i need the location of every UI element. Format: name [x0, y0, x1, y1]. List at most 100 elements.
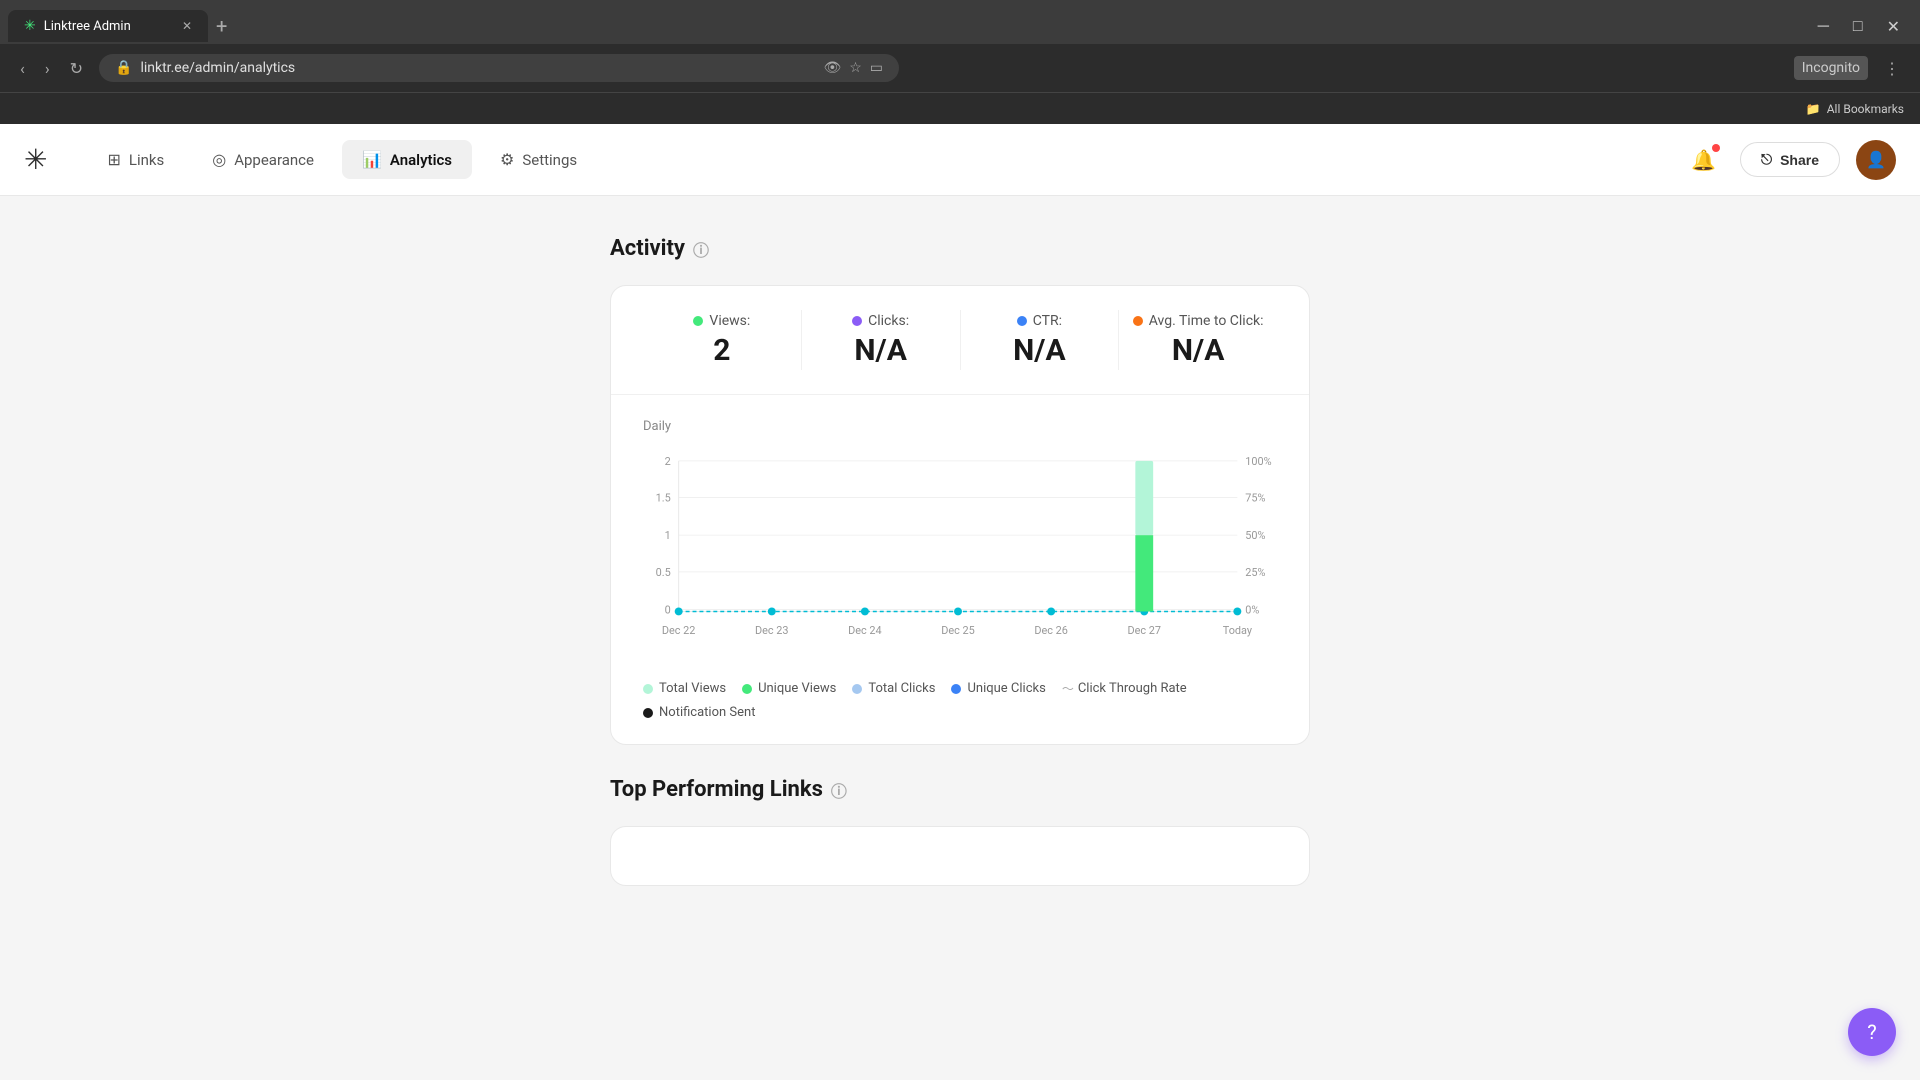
tab-favicon: ✳	[24, 18, 36, 34]
metric-avg-time: Avg. Time to Click: N/A	[1119, 313, 1277, 368]
legend-ctr-label: Click Through Rate	[1078, 681, 1187, 696]
logo[interactable]: ✳	[24, 143, 47, 176]
avatar[interactable]: 👤	[1856, 140, 1896, 180]
views-label: Views:	[709, 313, 750, 329]
top-links-section-title: Top Performing Links ⓘ	[610, 777, 1310, 802]
top-links-card	[610, 826, 1310, 886]
legend-total-views-label: Total Views	[659, 681, 726, 696]
help-fab-button[interactable]: ?	[1848, 1008, 1896, 1056]
views-label-row: Views:	[693, 313, 750, 329]
bar-total-views	[1135, 461, 1153, 535]
nav-appearance[interactable]: ◎ Appearance	[192, 140, 334, 179]
browser-extras: Incognito ⋮	[1794, 55, 1904, 82]
main-content: Activity ⓘ Views: 2	[0, 196, 1920, 1080]
sidebar-icon[interactable]: ▭	[870, 60, 883, 76]
content-wrapper: Activity ⓘ Views: 2	[610, 236, 1310, 1040]
ctr-dot	[1017, 316, 1027, 326]
svg-text:0%: 0%	[1245, 603, 1259, 616]
tab-bar: ✳ Linktree Admin ✕ + ─ □ ✕	[0, 0, 1920, 44]
share-label: Share	[1780, 152, 1819, 168]
tab-title: Linktree Admin	[44, 19, 131, 34]
legend-total-clicks-dot	[852, 684, 862, 694]
url-display: linktr.ee/admin/analytics	[140, 60, 815, 76]
metric-views: Views: 2	[643, 313, 801, 368]
back-button[interactable]: ‹	[16, 55, 29, 82]
activity-card: Views: 2 Clicks: N/A	[610, 285, 1310, 745]
share-button[interactable]: ⎋ Share	[1740, 142, 1840, 177]
notification-dot	[1712, 144, 1720, 152]
bookmarks-bar: 📁 All Bookmarks	[0, 92, 1920, 124]
active-tab[interactable]: ✳ Linktree Admin ✕	[8, 10, 208, 42]
nav-appearance-label: Appearance	[234, 151, 314, 169]
legend-total-clicks-label: Total Clicks	[868, 681, 935, 696]
close-window-button[interactable]: ✕	[1879, 13, 1908, 40]
svg-text:50%: 50%	[1245, 529, 1265, 542]
metrics-row: Views: 2 Clicks: N/A	[611, 286, 1309, 395]
browser-chrome: ✳ Linktree Admin ✕ + ─ □ ✕ ‹ › ↻ 🔒 linkt…	[0, 0, 1920, 124]
clicks-value: N/A	[854, 333, 906, 368]
more-options-button[interactable]: ⋮	[1880, 55, 1904, 82]
legend-total-clicks: Total Clicks	[852, 680, 935, 697]
svg-text:0.5: 0.5	[656, 566, 671, 579]
nav-right: 🔔 ⎋ Share 👤	[1683, 140, 1896, 180]
legend-unique-views-label: Unique Views	[758, 681, 836, 696]
app-container: ✳ ⊞ Links ◎ Appearance 📊 Analytics ⚙ Set…	[0, 124, 1920, 1080]
activity-help-icon[interactable]: ⓘ	[693, 237, 709, 261]
svg-text:1: 1	[665, 529, 671, 542]
eye-off-icon: 👁	[823, 60, 841, 76]
chart-daily-label: Daily	[643, 419, 1277, 434]
activity-section-title: Activity ⓘ	[610, 236, 1310, 261]
top-nav: ✳ ⊞ Links ◎ Appearance 📊 Analytics ⚙ Set…	[0, 124, 1920, 196]
svg-text:100%: 100%	[1245, 455, 1271, 468]
svg-text:2: 2	[665, 455, 671, 468]
minimize-button[interactable]: ─	[1810, 12, 1837, 40]
legend-unique-views-dot	[742, 684, 752, 694]
refresh-button[interactable]: ↻	[66, 55, 87, 82]
clicks-label-row: Clicks:	[852, 313, 909, 329]
views-dot	[693, 316, 703, 326]
svg-text:0: 0	[665, 603, 671, 616]
ctr-label-row: CTR:	[1017, 313, 1062, 329]
legend-ctr: 〜 Click Through Rate	[1062, 680, 1187, 697]
legend-unique-clicks-label: Unique Clicks	[967, 681, 1045, 696]
notifications-button[interactable]: 🔔	[1683, 140, 1724, 180]
nav-settings[interactable]: ⚙ Settings	[480, 140, 597, 179]
star-icon[interactable]: ☆	[849, 60, 862, 76]
legend-total-views: Total Views	[643, 680, 726, 697]
forward-button[interactable]: ›	[41, 55, 54, 82]
window-controls: ─ □ ✕	[1810, 12, 1920, 40]
avg-time-label-row: Avg. Time to Click:	[1133, 313, 1264, 329]
legend-row-2: Notification Sent	[643, 705, 1277, 720]
settings-icon: ⚙	[500, 150, 514, 169]
lock-icon: 🔒	[115, 60, 132, 76]
svg-text:Dec 26: Dec 26	[1034, 624, 1068, 637]
legend-notification-label: Notification Sent	[659, 705, 755, 720]
incognito-button[interactable]: Incognito	[1794, 56, 1868, 80]
nav-settings-label: Settings	[522, 151, 577, 169]
new-tab-button[interactable]: +	[208, 14, 235, 38]
clicks-dot	[852, 316, 862, 326]
activity-title-text: Activity	[610, 236, 685, 261]
nav-analytics[interactable]: 📊 Analytics	[342, 140, 472, 179]
maximize-button[interactable]: □	[1845, 12, 1871, 40]
top-links-help-icon[interactable]: ⓘ	[831, 778, 847, 802]
tab-close-button[interactable]: ✕	[182, 19, 192, 33]
nav-items: ⊞ Links ◎ Appearance 📊 Analytics ⚙ Setti…	[87, 140, 597, 179]
bar-unique-views	[1135, 535, 1153, 611]
bookmarks-folder-icon: 📁	[1806, 102, 1821, 116]
top-links-title-text: Top Performing Links	[610, 777, 823, 802]
avg-time-dot	[1133, 316, 1143, 326]
avatar-image: 👤	[1866, 150, 1886, 169]
ctr-label: CTR:	[1033, 313, 1062, 329]
address-bar-row: ‹ › ↻ 🔒 linktr.ee/admin/analytics 👁 ☆ ▭ …	[0, 44, 1920, 92]
svg-text:1.5: 1.5	[656, 492, 671, 505]
address-bar-icons: 👁 ☆ ▭	[823, 60, 883, 76]
svg-text:Dec 27: Dec 27	[1127, 624, 1161, 637]
nav-analytics-label: Analytics	[390, 151, 452, 169]
address-bar[interactable]: 🔒 linktr.ee/admin/analytics 👁 ☆ ▭	[99, 54, 899, 82]
svg-text:25%: 25%	[1245, 566, 1265, 579]
nav-links-label: Links	[129, 151, 164, 169]
nav-links[interactable]: ⊞ Links	[87, 140, 184, 179]
ctr-value: N/A	[1013, 333, 1065, 368]
bookmarks-label[interactable]: All Bookmarks	[1827, 102, 1904, 116]
